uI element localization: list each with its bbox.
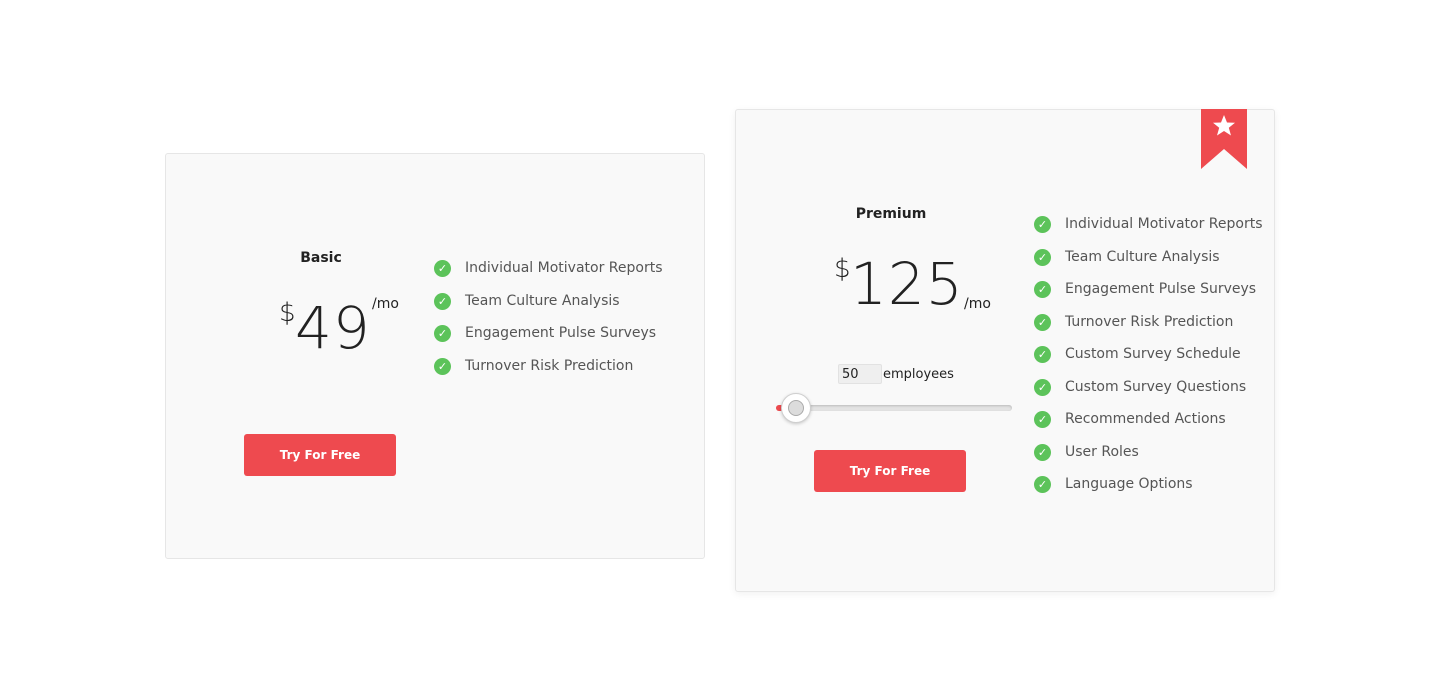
check-icon: ✓ [1034, 378, 1051, 396]
check-icon: ✓ [1034, 313, 1051, 331]
feature-label: Custom Survey Questions [1065, 378, 1247, 395]
list-item: ✓ Custom Survey Schedule [1034, 346, 1262, 379]
plan-name: Basic [300, 250, 342, 266]
check-icon: ✓ [1034, 346, 1051, 363]
list-item: ✓ Engagement Pulse Surveys [1034, 281, 1262, 314]
list-item: ✓ Custom Survey Questions [1034, 378, 1262, 412]
feature-label: Turnover Risk Prediction [465, 357, 634, 374]
currency-symbol: $ [834, 254, 851, 284]
check-icon: ✓ [1034, 411, 1051, 428]
try-for-free-button[interactable]: Try For Free [244, 434, 396, 476]
bookmark-ribbon-icon [1201, 109, 1247, 169]
feature-label: Individual Motivator Reports [1065, 216, 1263, 232]
employees-label: employees [883, 367, 954, 382]
check-icon: ✓ [1034, 443, 1051, 461]
list-item: ✓ User Roles [1034, 443, 1262, 477]
check-icon: ✓ [1034, 248, 1051, 266]
list-item: ✓ Recommended Actions [1034, 411, 1262, 444]
feature-label: Turnover Risk Prediction [1065, 313, 1234, 330]
basic-plan-card: Basic $ 49 /mo ✓ Individual Motivator Rep… [165, 153, 705, 559]
price-amount: 125 [850, 250, 964, 318]
feature-label: Engagement Pulse Surveys [1065, 281, 1257, 297]
check-icon: ✓ [434, 260, 451, 277]
plan-name: Premium [855, 206, 927, 222]
try-for-free-button[interactable]: Try For Free [814, 450, 966, 492]
feature-label: Team Culture Analysis [1065, 248, 1220, 265]
currency-symbol: $ [279, 298, 296, 328]
feature-label: User Roles [1065, 443, 1139, 460]
check-icon: ✓ [1034, 216, 1051, 233]
check-icon: ✓ [434, 292, 451, 310]
employees-slider[interactable] [776, 405, 1012, 411]
feature-label: Individual Motivator Reports [465, 260, 663, 276]
feature-list: ✓ Individual Motivator Reports ✓ Team Cult… [434, 260, 662, 390]
price-period: /mo [964, 296, 991, 312]
check-icon: ✓ [434, 357, 451, 375]
list-item: ✓ Engagement Pulse Surveys [434, 325, 662, 358]
feature-label: Custom Survey Schedule [1065, 346, 1241, 362]
employees-input[interactable] [838, 364, 882, 384]
check-icon: ✓ [1034, 476, 1051, 493]
list-item: ✓ Turnover Risk Prediction [1034, 313, 1262, 347]
premium-plan-card: Premium $ 125 /mo employees ✓ Individual … [735, 109, 1275, 592]
feature-label: Team Culture Analysis [465, 292, 620, 309]
check-icon: ✓ [1034, 281, 1051, 298]
check-icon: ✓ [434, 325, 451, 342]
feature-list: ✓ Individual Motivator Reports ✓ Team Cult… [1034, 216, 1262, 509]
price-amount: 49 [295, 294, 371, 362]
list-item: ✓ Language Options [1034, 476, 1262, 509]
list-item: ✓ Team Culture Analysis [1034, 248, 1262, 282]
list-item: ✓ Turnover Risk Prediction [434, 357, 662, 391]
slider-thumb[interactable] [781, 393, 811, 423]
list-item: ✓ Individual Motivator Reports [1034, 216, 1262, 249]
price-period: /mo [372, 296, 399, 312]
feature-label: Language Options [1065, 476, 1193, 492]
feature-label: Recommended Actions [1065, 411, 1226, 427]
list-item: ✓ Individual Motivator Reports [434, 260, 662, 293]
list-item: ✓ Team Culture Analysis [434, 292, 662, 326]
feature-label: Engagement Pulse Surveys [465, 325, 657, 341]
